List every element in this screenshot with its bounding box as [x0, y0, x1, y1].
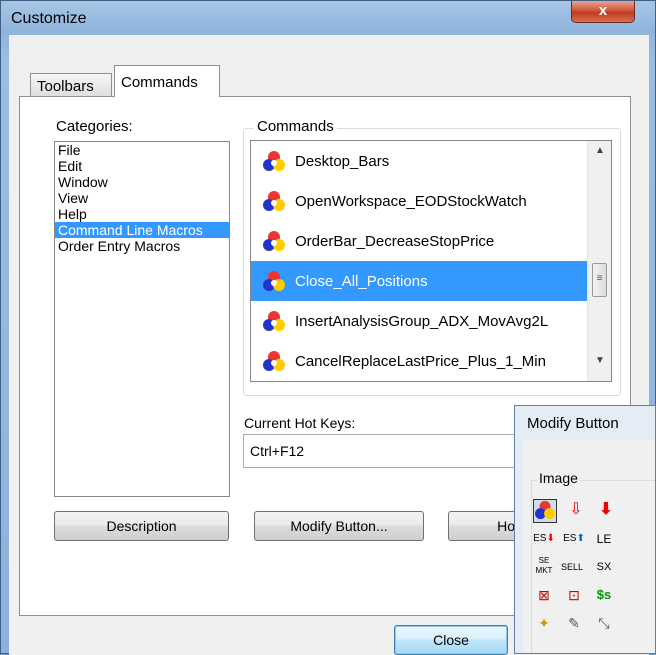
category-order-entry-macros[interactable]: Order Entry Macros [55, 238, 229, 254]
arrow-down-outline-icon[interactable]: ⇩ [565, 499, 587, 521]
es-sell-icon[interactable]: ES⬇ [533, 528, 555, 550]
modify-button-dialog: Modify Button Image ⇩ ⬇ ES⬇ ES⬆ LE SE MK… [514, 405, 656, 654]
modify-button[interactable]: Modify Button... [254, 511, 424, 541]
list-item-selected[interactable]: Close_All_Positions [251, 261, 587, 301]
categories-list[interactable]: File Edit Window View Help Command Line … [54, 141, 230, 497]
command-label: Desktop_Bars [295, 152, 390, 170]
category-file[interactable]: File [55, 142, 229, 158]
categories-label: Categories: [56, 118, 133, 135]
macro-icon[interactable] [533, 499, 557, 523]
scroll-down-icon[interactable]: ▼ [588, 355, 611, 373]
arrow-down-red-icon[interactable]: ⬇ [595, 499, 617, 521]
macro-icon [263, 311, 285, 331]
modify-dialog-title: Modify Button [527, 415, 619, 432]
window-title: Customize [11, 10, 87, 27]
sx-icon[interactable]: SX [593, 556, 615, 578]
macro-icon [263, 191, 285, 211]
scroll-thumb[interactable]: ≡ [592, 263, 607, 297]
category-command-line-macros[interactable]: Command Line Macros [55, 222, 229, 238]
command-label: CancelReplaceLastPrice_Plus_1_Min [295, 352, 546, 370]
category-view[interactable]: View [55, 190, 229, 206]
document-x-icon[interactable]: ⊡ [563, 584, 585, 606]
command-label: InsertAnalysisGroup_ADX_MovAvg2L [295, 312, 549, 330]
command-label: Close_All_Positions [295, 272, 428, 290]
image-label: Image [537, 470, 580, 486]
command-label: OrderBar_DecreaseStopPrice [295, 232, 495, 250]
document-star-icon[interactable]: ✦ [533, 612, 555, 634]
list-item[interactable]: CancelReplaceLastPrice_Plus_1_Min [251, 341, 587, 381]
list-item[interactable]: Desktop_Bars [251, 141, 587, 181]
close-button[interactable]: Close [394, 625, 508, 655]
category-window[interactable]: Window [55, 174, 229, 190]
category-edit[interactable]: Edit [55, 158, 229, 174]
tab-toolbars[interactable]: Toolbars [30, 73, 112, 97]
pencil-icon[interactable]: ✎ [563, 612, 585, 634]
cancel-order-icon[interactable]: ⊠ [533, 584, 555, 606]
macro-icon [263, 351, 285, 371]
list-item[interactable]: OpenWorkspace_EODStockWatch [251, 181, 587, 221]
commands-list[interactable]: Desktop_Bars OpenWorkspace_EODStockWatch… [250, 140, 612, 382]
sell-icon[interactable]: SELL [561, 556, 583, 578]
list-item[interactable]: InsertAnalysisGroup_ADX_MovAvg2L [251, 301, 587, 341]
macro-icon [263, 151, 285, 171]
tab-commands[interactable]: Commands [114, 65, 220, 97]
commands-label: Commands [254, 118, 337, 135]
hotkeys-label: Current Hot Keys: [244, 415, 356, 431]
se-mkt-icon[interactable]: SE MKT [533, 556, 555, 578]
le-icon[interactable]: LE [593, 528, 615, 550]
macro-icon [263, 271, 285, 291]
scroll-up-icon[interactable]: ▲ [588, 145, 611, 163]
category-help[interactable]: Help [55, 206, 229, 222]
hotkeys-field[interactable]: Ctrl+F12 [243, 434, 533, 468]
commands-scrollbar[interactable]: ▲ ≡ ▼ [587, 141, 611, 381]
command-label: OpenWorkspace_EODStockWatch [295, 192, 527, 210]
wand-icon[interactable]: ⤡ [593, 612, 615, 634]
description-button[interactable]: Description [54, 511, 229, 541]
list-item[interactable]: OrderBar_DecreaseStopPrice [251, 221, 587, 261]
macro-icon [263, 231, 285, 251]
dollar-icon[interactable]: $s [593, 584, 615, 606]
close-window-button[interactable]: x [571, 1, 635, 23]
es-buy-icon[interactable]: ES⬆ [563, 528, 585, 550]
